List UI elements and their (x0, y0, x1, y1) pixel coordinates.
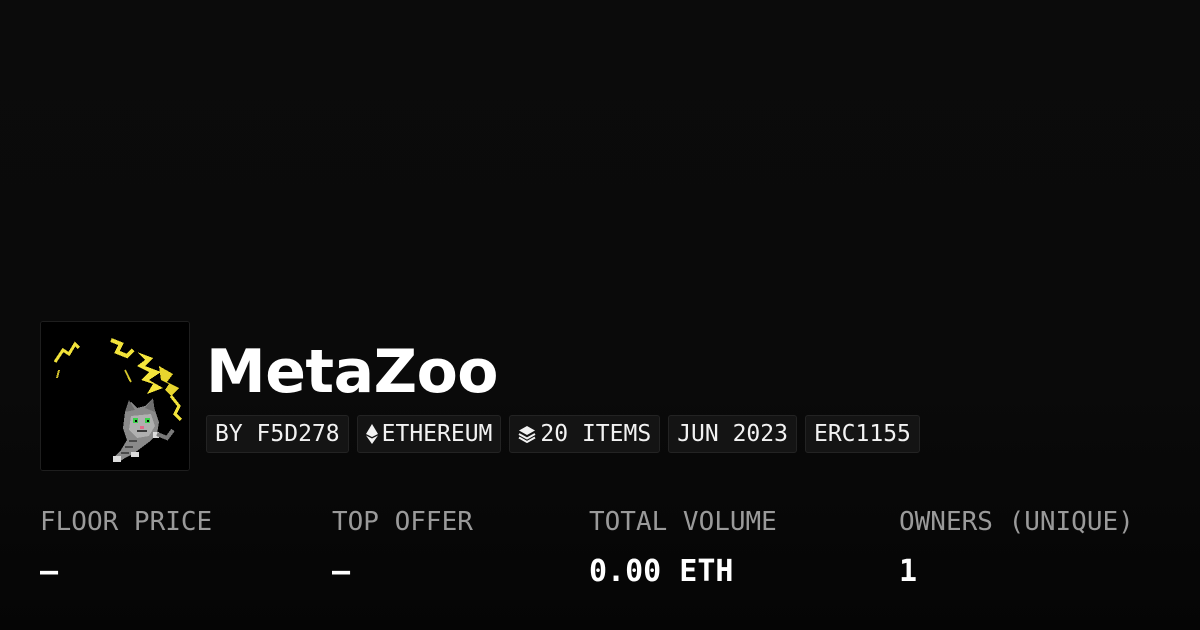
collection-title: MetaZoo (206, 337, 499, 407)
floor-price-value: — (40, 554, 59, 589)
creator-tag-label: BY F5D278 (215, 421, 340, 447)
creator-tag[interactable]: BY F5D278 (206, 415, 349, 453)
chain-tag-label: ETHEREUM (381, 421, 493, 447)
total-volume-label: TOTAL VOLUME (589, 507, 777, 537)
items-tag-label: 20 ITEMS (540, 421, 652, 447)
top-offer-value: — (332, 554, 351, 589)
items-tag[interactable]: 20 ITEMS (509, 415, 661, 453)
collection-thumbnail[interactable] (40, 321, 190, 471)
layers-icon (518, 425, 536, 443)
total-volume-value: 0.00 ETH (589, 554, 734, 589)
owners-label: OWNERS (UNIQUE) (899, 507, 1134, 537)
collection-og-card: MetaZoo BY F5D278 ETHEREUM 20 ITEMS JUN … (0, 0, 1200, 630)
pixel-cat-lightning-image (41, 322, 189, 470)
chain-tag[interactable]: ETHEREUM (356, 415, 502, 453)
floor-price-label: FLOOR PRICE (40, 507, 213, 537)
standard-tag-label: ERC1155 (813, 421, 911, 447)
collection-tags: BY F5D278 ETHEREUM 20 ITEMS JUN 2023 ERC… (206, 415, 920, 453)
date-tag: JUN 2023 (668, 415, 797, 453)
top-offer-label: TOP OFFER (332, 507, 473, 537)
owners-value: 1 (899, 554, 918, 589)
ethereum-icon (365, 424, 378, 444)
date-tag-label: JUN 2023 (677, 421, 788, 447)
standard-tag: ERC1155 (804, 415, 920, 453)
